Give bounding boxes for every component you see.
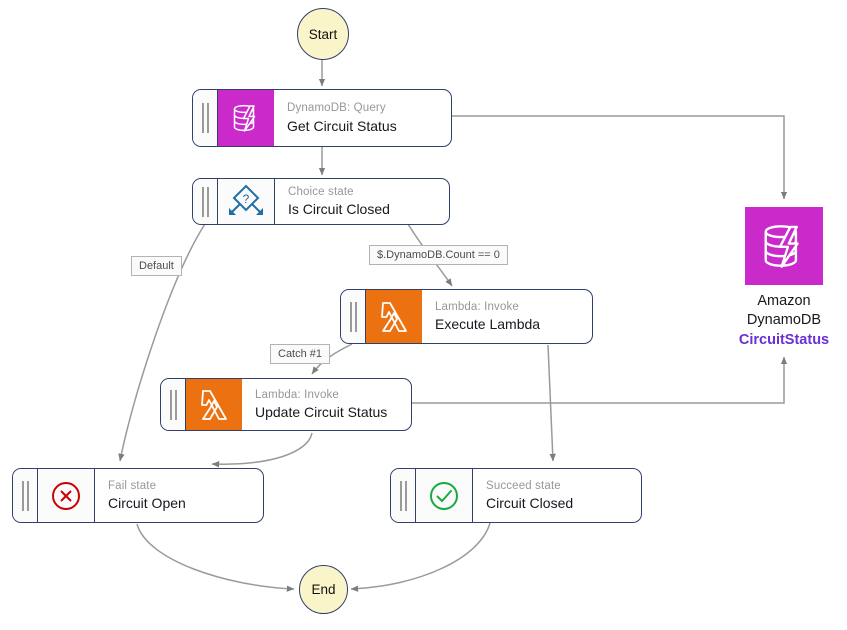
state-type-label: Choice state: [288, 185, 354, 198]
state-type-label: Succeed state: [486, 479, 561, 492]
svg-text:?: ?: [243, 192, 250, 206]
state-node-is-circuit-closed[interactable]: ? Choice state Is Circuit Closed: [192, 178, 450, 225]
state-name-label: Circuit Closed: [486, 495, 574, 512]
state-node-execute-lambda[interactable]: Lambda: Invoke Execute Lambda: [340, 289, 593, 344]
edge-label-catch-1: Catch #1: [270, 344, 331, 365]
state-node-update-circuit-status[interactable]: Lambda: Invoke Update Circuit Status: [160, 378, 412, 431]
state-name-label: Update Circuit Status: [255, 404, 388, 421]
edge-succeed-to-end: [350, 522, 491, 592]
end-label: End: [311, 582, 336, 597]
state-name-label: Circuit Open: [108, 495, 186, 512]
drag-handle[interactable]: [13, 469, 38, 522]
resource-service-line-1: Amazon: [757, 293, 811, 309]
start-label: Start: [308, 26, 338, 42]
drag-handle[interactable]: [391, 469, 416, 522]
edge-label-default: Default: [131, 256, 182, 277]
succeed-circle-check-icon: [416, 469, 473, 522]
edge-execute-lambda-to-succeed: [547, 344, 556, 462]
dynamodb-icon: [218, 90, 274, 146]
start-node[interactable]: Start: [297, 8, 349, 60]
edge-fail-to-end: [136, 523, 295, 592]
resource-amazon-dynamodb[interactable]: Amazon DynamoDB CircuitStatus: [739, 207, 829, 350]
edge-query-to-dynamodb-resource: [452, 115, 788, 200]
drag-handle[interactable]: [341, 290, 366, 343]
state-type-label: Lambda: Invoke: [255, 388, 339, 401]
state-type-label: DynamoDB: Query: [287, 102, 386, 115]
state-type-label: Lambda: Invoke: [435, 300, 519, 313]
drag-handle[interactable]: [193, 90, 218, 146]
state-node-circuit-open[interactable]: Fail state Circuit Open: [12, 468, 264, 523]
drag-handle[interactable]: [161, 379, 186, 430]
resource-service-line-2: DynamoDB: [746, 311, 822, 328]
lambda-icon: [186, 379, 242, 430]
state-node-circuit-closed[interactable]: Succeed state Circuit Closed: [390, 468, 642, 523]
state-type-label: Fail state: [108, 479, 157, 492]
state-node-get-circuit-status[interactable]: DynamoDB: Query Get Circuit Status: [192, 89, 452, 147]
resource-table-name: CircuitStatus: [738, 331, 830, 348]
choice-diamond-icon: ?: [218, 179, 275, 224]
state-name-label: Execute Lambda: [435, 316, 541, 333]
end-node[interactable]: End: [299, 565, 348, 614]
lambda-icon: [366, 290, 422, 343]
state-machine-graph: Start End DynamoDB: Query Get Circuit St…: [0, 0, 847, 630]
state-name-label: Get Circuit Status: [287, 117, 397, 134]
fail-circle-x-icon: [38, 469, 95, 522]
dynamodb-icon: [745, 207, 823, 285]
edge-label-dynamodb-count: $.DynamoDB.Count == 0: [369, 245, 508, 266]
edge-update-to-dynamodb-resource: [412, 356, 788, 404]
edge-update-to-fail: [211, 432, 313, 468]
drag-handle[interactable]: [193, 179, 218, 224]
state-name-label: Is Circuit Closed: [288, 201, 390, 218]
